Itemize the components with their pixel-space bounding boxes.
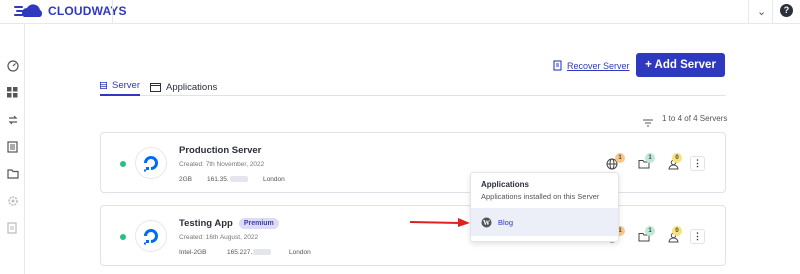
server-name-row: Production Server (179, 145, 261, 156)
folder-icon[interactable] (6, 167, 19, 180)
divider (772, 0, 773, 24)
server-size: Intel-2GB (179, 249, 207, 256)
divider (112, 0, 113, 24)
server-meta: 2GB 161.35. London (179, 176, 285, 183)
dashboard-gauge-icon[interactable] (6, 59, 19, 72)
apps-count-badge: 1 (615, 153, 625, 163)
server-card[interactable]: Production Server Created: 7th November,… (100, 132, 726, 193)
recover-server-link[interactable]: Recover Server (553, 60, 630, 71)
created-date: Created: 16th August, 2022 (179, 234, 259, 241)
folders-count-badge: 1 (645, 226, 655, 236)
cloud-logo-icon (14, 4, 43, 18)
recover-server-label: Recover Server (567, 60, 630, 71)
server-icon (100, 81, 108, 89)
tab-server[interactable]: Server (100, 78, 140, 96)
server-location: London (263, 176, 285, 183)
window-icon (150, 82, 161, 92)
svg-text:W: W (483, 219, 490, 227)
wordpress-icon: W (481, 217, 492, 227)
application-label: Blog (498, 217, 514, 227)
server-count: 1 to 4 of 4 Servers (662, 114, 728, 123)
status-indicator (120, 161, 126, 167)
popover-subtitle: Applications installed on this Server (481, 192, 600, 201)
folders-count-badge: 1 (645, 153, 655, 163)
grid-icon[interactable] (6, 86, 19, 99)
server-name[interactable]: Testing App (179, 218, 233, 229)
tab-applications[interactable]: Applications (150, 78, 217, 96)
server-meta: Intel-2GB 165.227. London (179, 249, 311, 256)
premium-badge: Premium (238, 218, 279, 229)
divider (748, 0, 749, 24)
status-indicator (120, 234, 126, 240)
popover-title: Applications (481, 180, 530, 189)
digitalocean-icon (135, 220, 167, 252)
transfer-icon[interactable] (6, 113, 19, 126)
add-server-button[interactable]: + Add Server (636, 53, 725, 77)
annotation-arrow (409, 218, 470, 227)
server-ip: 161.35. (207, 176, 263, 183)
server-name[interactable]: Production Server (179, 145, 261, 156)
top-bar: CLOUDWAYS ⌄ ? (0, 0, 800, 24)
document-icon[interactable] (6, 140, 19, 153)
help-icon[interactable]: ? (780, 4, 793, 17)
users-count-badge: 0 (672, 153, 682, 163)
server-ip: 165.227. (227, 249, 289, 256)
logo-text: CLOUDWAYS (48, 4, 127, 18)
tab-bar: Server Applications (100, 78, 726, 96)
server-location: London (289, 249, 311, 256)
application-item-blog[interactable]: W Blog (471, 208, 618, 236)
sidebar (0, 24, 25, 274)
digitalocean-icon (135, 147, 167, 179)
users-count-badge: 0 (672, 226, 682, 236)
chevron-down-icon[interactable]: ⌄ (757, 5, 766, 18)
tab-label: Server (112, 79, 140, 91)
report-icon[interactable] (6, 221, 19, 234)
more-menu-button[interactable]: ⋮ (690, 229, 705, 244)
server-size: 2GB (179, 176, 193, 183)
tab-label: Applications (166, 81, 218, 93)
server-recover-icon (553, 60, 562, 71)
filter-icon[interactable] (643, 114, 653, 132)
settings-gear-icon[interactable] (6, 194, 19, 207)
cloudways-logo[interactable]: CLOUDWAYS (14, 3, 127, 19)
applications-popover: Applications Applications installed on t… (470, 172, 619, 242)
server-name-row: Testing App Premium (179, 218, 279, 229)
created-date: Created: 7th November, 2022 (179, 161, 265, 168)
add-server-label: + Add Server (645, 59, 716, 71)
more-menu-button[interactable]: ⋮ (690, 156, 705, 171)
